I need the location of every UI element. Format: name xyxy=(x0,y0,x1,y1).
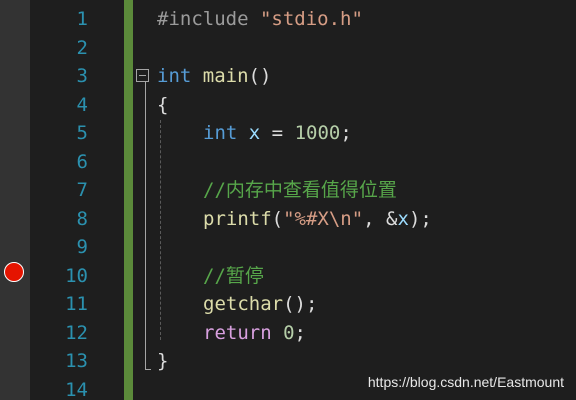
fold-outline xyxy=(145,82,146,369)
function-call: printf xyxy=(203,207,272,230)
include-header: "stdio.h" xyxy=(259,8,363,30)
line-number: 13 xyxy=(65,350,88,372)
code-area[interactable]: #include "stdio.h" int main() { int x = … xyxy=(133,0,576,400)
line-number: 4 xyxy=(76,93,88,116)
line-number-gutter: 1 2 3 4 5 6 7 8 9 10 11 12 13 14 xyxy=(30,0,124,400)
type-keyword: int xyxy=(157,65,192,87)
semicolon: ; xyxy=(340,122,352,144)
code-editor[interactable]: 1 2 3 4 5 6 7 8 9 10 11 12 13 14 #includ… xyxy=(0,0,576,400)
function-call: getchar xyxy=(203,293,284,315)
change-tracking-bar xyxy=(124,0,133,400)
code-line-4: { xyxy=(157,91,168,120)
line-number: 5 xyxy=(76,122,88,144)
variable: x xyxy=(397,207,409,230)
line-number: 1 xyxy=(76,8,88,30)
breakpoint-margin[interactable] xyxy=(0,0,30,400)
punctuation: ( xyxy=(271,207,284,230)
code-line-10: //暂停 xyxy=(203,262,264,291)
comment: //内存中查看值得位置 xyxy=(203,179,397,201)
return-keyword: return xyxy=(203,321,272,344)
code-line-12: return 0; xyxy=(203,319,306,348)
punctuation: () xyxy=(248,65,272,87)
code-line-3: int main() xyxy=(157,62,271,91)
punctuation: , & xyxy=(363,207,398,230)
punctuation: (); xyxy=(283,293,318,315)
indent-guide xyxy=(160,120,161,340)
code-line-8: printf("%#X\n", &x); xyxy=(203,205,432,234)
function-name: main xyxy=(202,65,249,87)
number-literal: 0 xyxy=(283,321,295,344)
code-line-1: #include "stdio.h" xyxy=(157,5,363,34)
preprocessor-directive: #include xyxy=(157,8,249,30)
breakpoint-icon[interactable] xyxy=(4,262,24,282)
type-keyword: int xyxy=(203,122,238,144)
watermark: https://blog.csdn.net/Eastmount xyxy=(367,374,564,390)
line-number: 14 xyxy=(65,378,88,400)
open-brace: { xyxy=(157,93,169,116)
code-line-5: int x = 1000; xyxy=(203,119,352,148)
close-brace: } xyxy=(157,350,169,372)
collapse-toggle-icon[interactable] xyxy=(136,69,149,82)
number-literal: 1000 xyxy=(294,122,341,144)
line-number: 9 xyxy=(76,236,88,258)
code-line-11: getchar(); xyxy=(203,290,317,319)
line-number: 12 xyxy=(65,321,88,344)
line-number: 7 xyxy=(76,179,88,201)
line-number: 11 xyxy=(65,293,88,315)
line-number: 10 xyxy=(65,264,88,287)
variable: x xyxy=(248,122,261,144)
line-number: 2 xyxy=(76,36,88,59)
semicolon: ; xyxy=(294,321,306,344)
line-number: 3 xyxy=(76,65,88,87)
line-number: 8 xyxy=(76,207,88,230)
punctuation: ); xyxy=(408,207,432,230)
code-line-13: } xyxy=(157,347,168,376)
fold-outline-end xyxy=(145,369,151,370)
comment: //暂停 xyxy=(203,264,264,287)
format-string: "%#X\n" xyxy=(283,207,364,230)
code-line-7: //内存中查看值得位置 xyxy=(203,176,397,205)
operator: = xyxy=(260,122,295,144)
line-number: 6 xyxy=(76,150,88,173)
